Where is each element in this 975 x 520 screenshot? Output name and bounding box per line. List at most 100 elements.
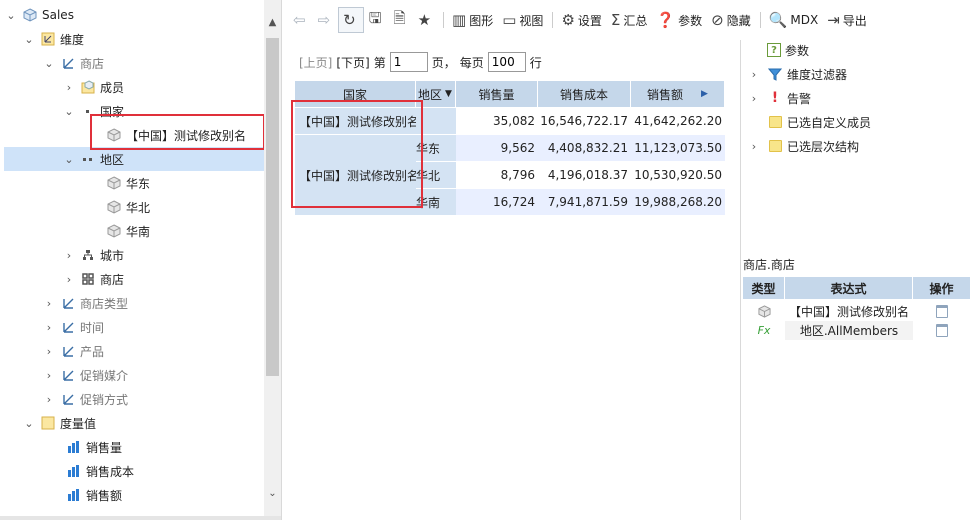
chevron-down-icon[interactable]: ⌄ [62,104,76,118]
tree-node-measure-amount[interactable]: 销售额 [62,483,281,507]
document-icon: 🗎 [393,8,406,27]
chevron-right-icon[interactable]: › [62,248,76,262]
row-header-country[interactable]: 【中国】测试修改别名 [295,135,419,216]
page-number-input[interactable] [389,52,428,72]
col-header-amount[interactable]: 销售额 ▶ [631,81,725,108]
chevron-right-icon[interactable]: › [62,80,76,94]
save-button[interactable]: 🖫 [365,7,389,33]
dimension-folder-icon [40,31,56,47]
col-header-country[interactable]: 国家 [295,81,416,108]
chevron-down-icon[interactable]: ⌄ [22,32,36,46]
view-button[interactable]: ▭ 视图 [498,7,547,33]
hide-button[interactable]: ⊘ 隐藏 [707,7,755,33]
chevron-right-icon[interactable]: › [42,392,56,406]
tree-node-country[interactable]: ⌄ 国家 [62,99,281,123]
refresh-button[interactable]: ↻ [338,7,364,33]
back-button[interactable]: ⇦ [289,7,313,33]
params-button[interactable]: ❓ 参数 [652,7,706,33]
row-header-region[interactable]: 华北 [416,162,456,189]
tree-label: 成员 [100,80,125,95]
scroll-down-icon[interactable]: ⌄ [264,485,281,502]
question-icon: ? [767,43,781,57]
sort-down-icon[interactable]: ▼ [445,89,452,99]
member-type-icon [743,302,785,321]
horizontal-scrollbar[interactable] [0,516,281,520]
member-cube-icon [106,199,122,215]
chevron-right-icon[interactable]: › [42,296,56,310]
level-dots-icon [80,151,96,167]
save-as-button[interactable]: 🗎 [390,7,413,33]
dimension-icon [60,367,76,383]
chevron-right-icon[interactable]: › [42,320,56,334]
tree-label: 城市 [100,248,125,263]
export-button[interactable]: ⇥ 导出 [823,7,871,33]
tree-node-measure-qty[interactable]: 销售量 [62,435,281,459]
mdx-button[interactable]: 🔍 MDX [765,7,823,33]
row-header-region[interactable]: 华东 [416,135,456,162]
chevron-right-icon[interactable]: › [747,67,761,81]
prev-page-link[interactable]: [上页] [299,54,332,71]
chevron-right-icon[interactable]: › [747,139,761,153]
panel-item-custom-members[interactable]: 已选自定义成员 [763,110,871,134]
cube-icon [757,305,771,318]
arrow-left-icon: ⇦ [293,11,306,29]
chevron-right-icon[interactable]: › [62,272,76,286]
tree-label: 华北 [126,200,151,215]
row-header-region[interactable]: 华南 [416,189,456,216]
col-header-qty[interactable]: 销售量 [456,81,538,108]
settings-button[interactable]: ⚙ 设置 [557,7,605,33]
col-header-region[interactable]: 地区 ▼ [416,81,456,108]
tree-node-promo-media[interactable]: › 促销媒介 [42,363,281,387]
tree-node-product[interactable]: › 产品 [42,339,281,363]
panel-item-dimension-filter[interactable]: › 维度过滤器 [747,62,847,86]
dimension-icon [60,343,76,359]
expand-right-icon[interactable]: ▶ [701,89,708,99]
delete-button[interactable] [913,302,971,321]
per-page-input[interactable] [487,52,526,72]
tree-label: 华南 [126,224,151,239]
tree-node-store-level[interactable]: › 商店 [62,267,281,291]
chevron-down-icon[interactable]: ⌄ [22,416,36,430]
chevron-right-icon[interactable]: › [42,368,56,382]
tree-node-measure-cost[interactable]: 销售成本 [62,459,281,483]
chart-button[interactable]: ▥ 图形 [448,7,497,33]
chevron-down-icon[interactable]: ⌄ [4,8,18,22]
members-caption: 商店.商店 [743,258,795,272]
tree-node-east[interactable]: 华东 [88,171,281,195]
tree-node-south[interactable]: 华南 [88,219,281,243]
favorite-button[interactable]: ★ [414,7,438,33]
summary-button[interactable]: Σ 汇总 [607,7,652,33]
chevron-right-icon[interactable]: › [747,91,761,105]
tree-node-city[interactable]: › 城市 [62,243,281,267]
tree-node-measures[interactable]: ⌄ 度量值 [22,411,281,435]
tree-node-store[interactable]: ⌄ 商店 [42,51,281,75]
tree-node-time[interactable]: › 时间 [42,315,281,339]
row-header-region[interactable] [416,108,456,135]
panel-item-alerts[interactable]: › ! 告警 [747,86,811,110]
next-page-link[interactable]: [下页] [336,54,369,71]
tree-label: 【中国】测试修改别名 [126,128,247,143]
tree-node-sales[interactable]: ⌄ Sales [4,3,268,27]
scrollbar-thumb[interactable] [266,38,279,376]
tree-label: 销售额 [86,488,123,503]
panel-item-hierarchies[interactable]: › 已选层次结构 [747,134,859,158]
tree-node-dimensions[interactable]: ⌄ 维度 [22,27,281,51]
tree-node-north[interactable]: 华北 [88,195,281,219]
delete-button[interactable] [913,321,971,340]
col-header-cost[interactable]: 销售成本 [538,81,631,108]
tree-node-members[interactable]: › 成员 [62,75,281,99]
row-header-country[interactable]: 【中国】测试修改别名 [295,108,419,135]
scroll-up-icon[interactable]: ▲ [264,14,281,31]
tree-node-store-type[interactable]: › 商店类型 [42,291,281,315]
chevron-right-icon[interactable]: › [42,344,56,358]
tree-node-region[interactable]: ⌄ 地区 [4,147,264,171]
tree-scrollbar[interactable]: ▲ ⌄ [264,0,281,520]
chevron-down-icon[interactable]: ⌄ [42,56,56,70]
tree-node-china-alias[interactable]: 【中国】测试修改别名 [88,123,281,147]
forward-button[interactable]: ⇨ [314,7,338,33]
tree-label: 度量值 [60,416,97,431]
bar-chart-icon [66,439,82,455]
tree-node-promo-method[interactable]: › 促销方式 [42,387,281,411]
chevron-down-icon[interactable]: ⌄ [62,152,76,166]
panel-item-params[interactable]: ? 参数 [763,38,809,62]
